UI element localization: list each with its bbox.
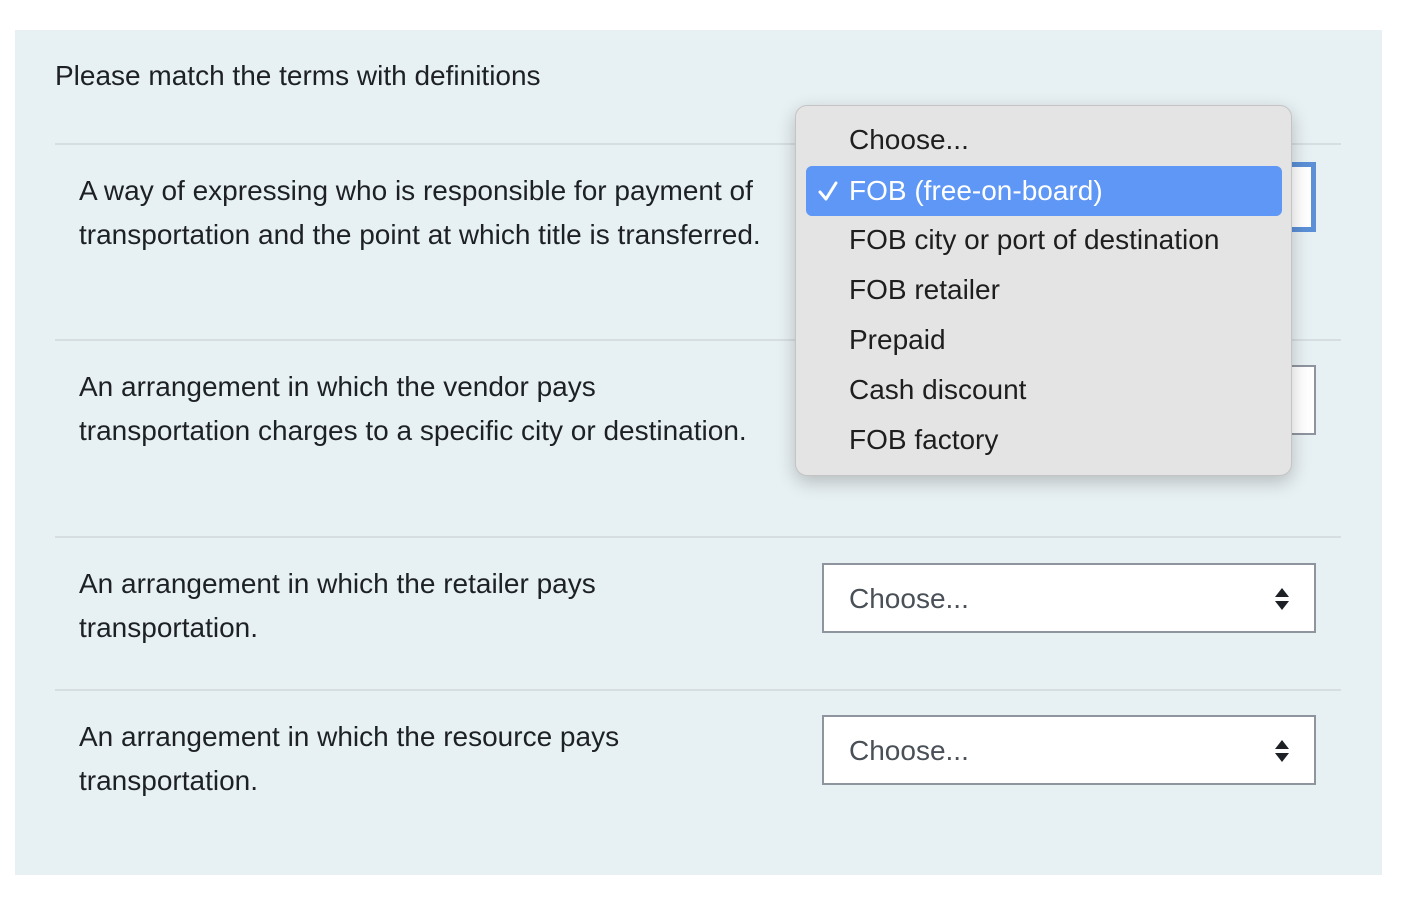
dropdown-option[interactable]: Choose... <box>806 115 1282 165</box>
checkmark-icon <box>818 181 838 201</box>
dropdown-option[interactable]: Prepaid <box>806 315 1282 365</box>
answer-select-4-value: Choose... <box>849 735 969 766</box>
stem-1: A way of expressing who is responsible f… <box>79 175 761 250</box>
dropdown-option-selected[interactable]: FOB (free-on-board) <box>806 166 1282 216</box>
dropdown-option-label: FOB factory <box>849 424 999 455</box>
select-dropdown-menu: Choose... FOB (free-on-board) FOB city o… <box>795 105 1292 476</box>
stem-4: An arrangement in which the resource pay… <box>79 721 620 796</box>
dropdown-option[interactable]: Cash discount <box>806 365 1282 415</box>
answer-select-4[interactable]: Choose... <box>822 715 1316 785</box>
dropdown-option-label: FOB (free-on-board) <box>849 175 1103 206</box>
dropdown-option-label: Prepaid <box>849 324 946 355</box>
dropdown-option[interactable]: FOB retailer <box>806 265 1282 315</box>
dropdown-option[interactable]: FOB city or port of destination <box>806 215 1282 265</box>
dropdown-option-label: Choose... <box>849 124 969 155</box>
row-divider <box>55 689 1341 691</box>
row-divider <box>55 536 1341 538</box>
dropdown-option-label: FOB retailer <box>849 274 1000 305</box>
dropdown-option-label: FOB city or port of destination <box>849 224 1220 255</box>
up-down-arrows-icon <box>1275 740 1289 762</box>
dropdown-option[interactable]: FOB factory <box>806 415 1282 465</box>
up-down-arrows-icon <box>1275 588 1289 610</box>
question-prompt: Please match the terms with definitions <box>55 60 541 91</box>
dropdown-option-label: Cash discount <box>849 374 1027 405</box>
stem-3: An arrangement in which the retailer pay… <box>79 568 596 643</box>
answer-select-3[interactable]: Choose... <box>822 563 1316 633</box>
stem-2: An arrangement in which the vendor pays … <box>79 371 747 446</box>
answer-select-3-value: Choose... <box>849 583 969 614</box>
